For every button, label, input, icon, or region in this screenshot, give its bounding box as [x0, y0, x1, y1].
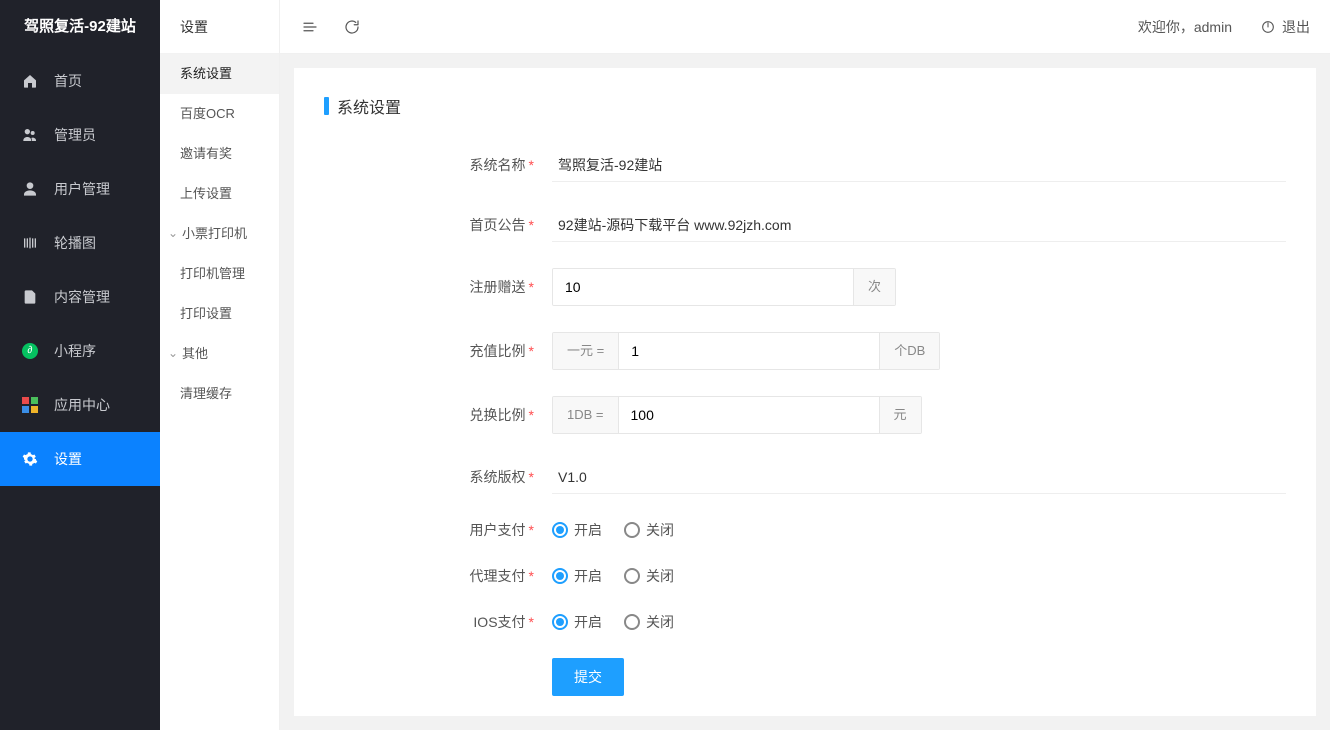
nav-users[interactable]: 用户管理: [0, 162, 160, 216]
document-icon: [18, 289, 42, 305]
nav-miniapp-label: 小程序: [54, 341, 96, 361]
miniapp-icon: [18, 343, 42, 359]
submenu-ocr[interactable]: 百度OCR: [160, 94, 279, 134]
submenu-system[interactable]: 系统设置: [160, 54, 279, 94]
topbar: 欢迎你，admin 退出: [280, 0, 1330, 54]
menu-toggle-icon[interactable]: [300, 17, 320, 37]
nav-home-label: 首页: [54, 71, 82, 91]
addon-one-db: 1DB =: [553, 397, 619, 433]
submenu-upload[interactable]: 上传设置: [160, 174, 279, 214]
label-register-gift: 注册赠送*: [444, 277, 534, 297]
submenu-printer-group[interactable]: 小票打印机: [160, 214, 279, 254]
panel-title: 系统设置: [324, 94, 1286, 118]
nav-carousel[interactable]: 轮播图: [0, 216, 160, 270]
apps-icon: [18, 397, 42, 413]
submenu-clear-cache[interactable]: 清理缓存: [160, 374, 279, 414]
input-sys-name[interactable]: [552, 148, 1286, 182]
radio-ios-pay-on[interactable]: 开启: [552, 612, 602, 632]
welcome-text: 欢迎你，admin: [1138, 17, 1232, 37]
submenu-other-group[interactable]: 其他: [160, 334, 279, 374]
content-panel: 系统设置 系统名称* 首页公告* 注册赠送* 次: [294, 68, 1316, 716]
input-home-notice[interactable]: [552, 208, 1286, 242]
main-area: 欢迎你，admin 退出 系统设置 系统名称* 首页公告* 注册赠送*: [280, 0, 1330, 730]
nav-carousel-label: 轮播图: [54, 233, 96, 253]
nav-appcenter-label: 应用中心: [54, 395, 110, 415]
welcome-user: admin: [1194, 19, 1232, 35]
refresh-icon[interactable]: [342, 17, 362, 37]
addon-db: 个DB: [879, 333, 939, 369]
nav-admin[interactable]: 管理员: [0, 108, 160, 162]
image-icon: [18, 235, 42, 251]
nav-users-label: 用户管理: [54, 179, 110, 199]
radio-ios-pay-off[interactable]: 关闭: [624, 612, 674, 632]
settings-submenu: 设置 系统设置 百度OCR 邀请有奖 上传设置 小票打印机 打印机管理 打印设置…: [160, 0, 280, 730]
nav-admin-label: 管理员: [54, 125, 96, 145]
label-exchange-ratio: 兑换比例*: [444, 405, 534, 425]
radio-user-pay-on[interactable]: 开启: [552, 520, 602, 540]
label-sys-name: 系统名称*: [444, 155, 534, 175]
submenu-title: 设置: [160, 0, 279, 54]
radio-agent-pay-on[interactable]: 开启: [552, 566, 602, 586]
nav-miniapp[interactable]: 小程序: [0, 324, 160, 378]
addon-times: 次: [853, 269, 895, 305]
home-icon: [18, 73, 42, 89]
label-ios-pay: IOS支付*: [444, 612, 534, 632]
label-recharge-ratio: 充值比例*: [444, 341, 534, 361]
gear-icon: [18, 451, 42, 467]
nav-content[interactable]: 内容管理: [0, 270, 160, 324]
nav-settings[interactable]: 设置: [0, 432, 160, 486]
label-copyright: 系统版权*: [444, 467, 534, 487]
input-recharge-ratio[interactable]: [619, 333, 879, 369]
users-icon: [18, 127, 42, 143]
brand-title: 驾照复活-92建站: [0, 0, 160, 54]
nav-content-label: 内容管理: [54, 287, 110, 307]
settings-form: 系统名称* 首页公告* 注册赠送* 次: [444, 148, 1286, 696]
input-register-gift[interactable]: [553, 269, 853, 305]
input-exchange-ratio[interactable]: [619, 397, 879, 433]
welcome-prefix: 欢迎你，: [1138, 19, 1194, 35]
logout-button[interactable]: 退出: [1260, 17, 1310, 37]
submit-button[interactable]: 提交: [552, 658, 624, 696]
nav-home[interactable]: 首页: [0, 54, 160, 108]
label-agent-pay: 代理支付*: [444, 566, 534, 586]
addon-one-yuan: 一元 =: [553, 333, 619, 369]
radio-user-pay-off[interactable]: 关闭: [624, 520, 674, 540]
input-copyright[interactable]: [552, 460, 1286, 494]
submenu-invite[interactable]: 邀请有奖: [160, 134, 279, 174]
nav-settings-label: 设置: [54, 449, 82, 469]
addon-yuan: 元: [879, 397, 921, 433]
logout-label: 退出: [1282, 17, 1310, 37]
radio-agent-pay-off[interactable]: 关闭: [624, 566, 674, 586]
submenu-printer-mgmt[interactable]: 打印机管理: [160, 254, 279, 294]
main-sidebar: 驾照复活-92建站 首页 管理员 用户管理 轮播图: [0, 0, 160, 730]
user-icon: [18, 181, 42, 197]
nav-appcenter[interactable]: 应用中心: [0, 378, 160, 432]
submenu-print-settings[interactable]: 打印设置: [160, 294, 279, 334]
label-user-pay: 用户支付*: [444, 520, 534, 540]
label-home-notice: 首页公告*: [444, 215, 534, 235]
